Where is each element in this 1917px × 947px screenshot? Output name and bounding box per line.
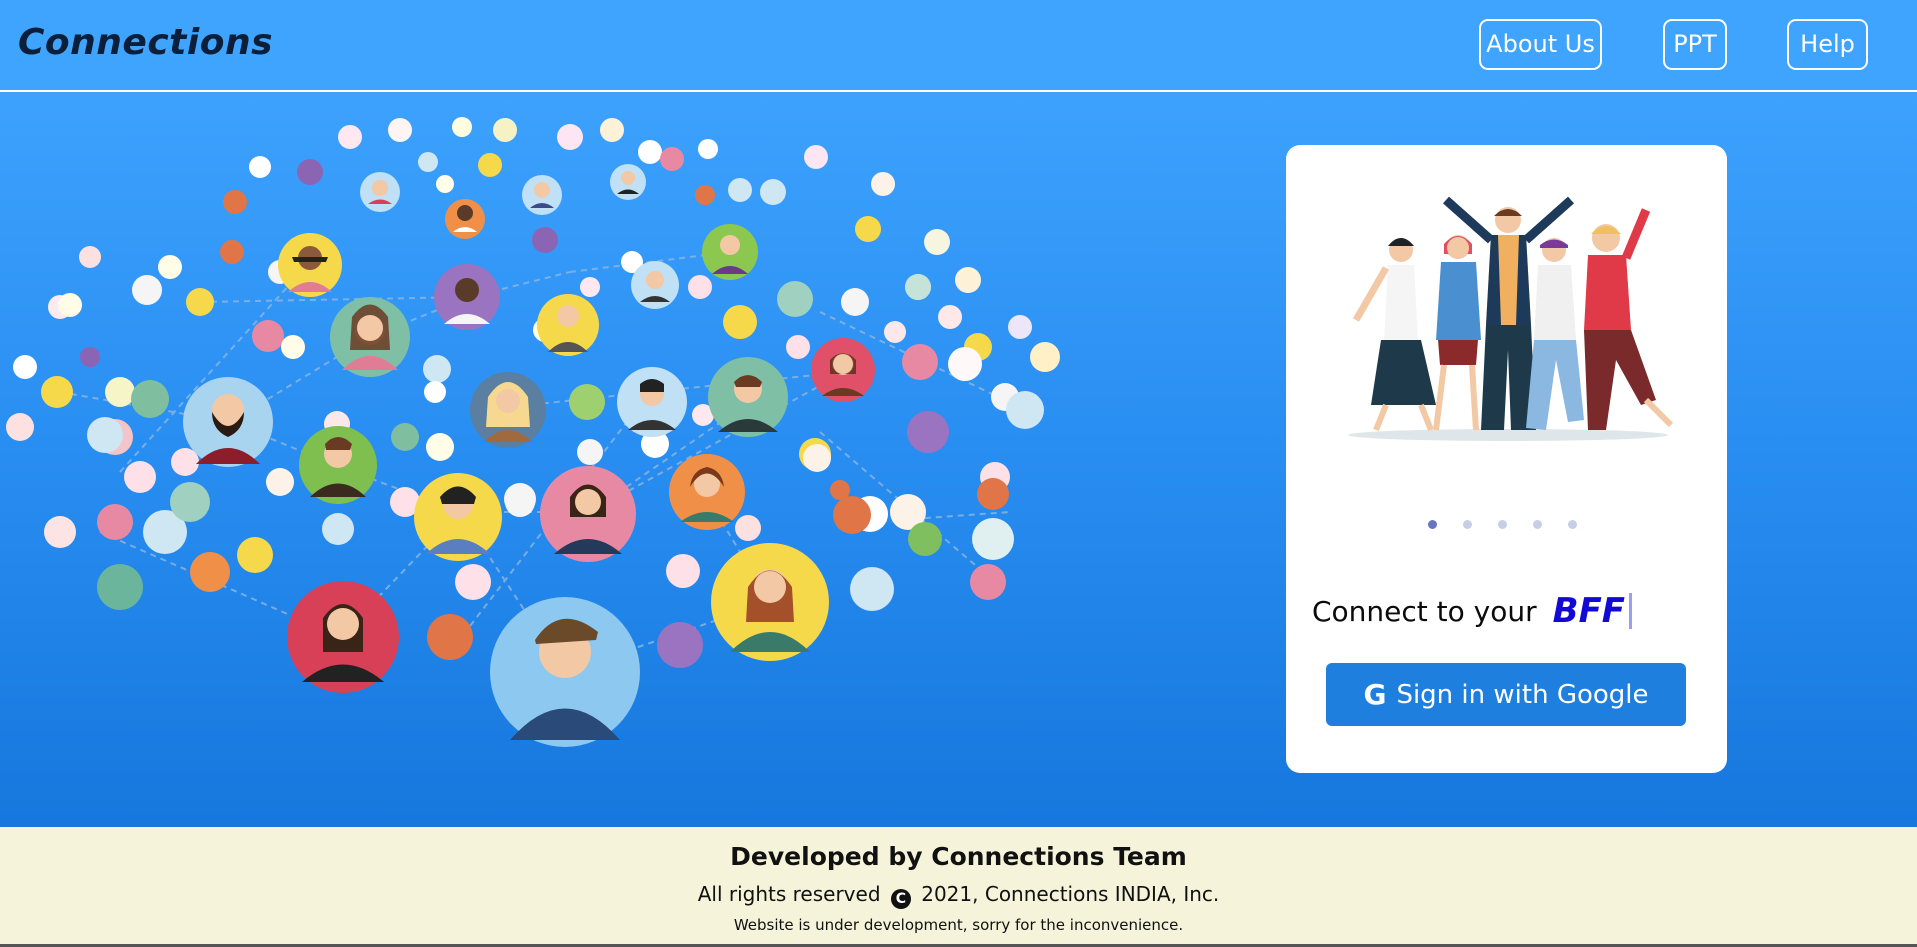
google-signin-button[interactable]: G Sign in with Google [1326, 663, 1686, 726]
ppt-button[interactable]: PPT [1663, 19, 1727, 70]
signin-card: Connect to your BFF G Sign in with Googl… [1286, 145, 1727, 773]
carousel-dot[interactable] [1498, 520, 1507, 529]
carousel-dot[interactable] [1533, 520, 1542, 529]
footer: Developed by Connections Team All rights… [0, 827, 1917, 947]
tagline-text: Connect to your [1312, 594, 1537, 628]
typing-cursor [1629, 593, 1633, 629]
tagline: Connect to your BFF [1312, 586, 1633, 636]
carousel-dot[interactable] [1463, 520, 1472, 529]
footer-rights: All rights reserved C 2021, Connections … [0, 882, 1917, 909]
copyright-icon: C [890, 889, 911, 909]
carousel-dot[interactable] [1568, 520, 1577, 529]
rights-prefix: All rights reserved [697, 882, 881, 906]
navbar: Connections About Us PPT Help [0, 0, 1917, 92]
help-button[interactable]: Help [1787, 19, 1868, 70]
rights-suffix: 2021, Connections INDIA, Inc. [921, 882, 1220, 906]
about-us-button[interactable]: About Us [1479, 19, 1602, 70]
footer-heading: Developed by Connections Team [730, 842, 1187, 871]
people-network-illustration [6, 117, 1060, 747]
google-signin-label: Sign in with Google [1396, 679, 1649, 710]
friends-group-illustration [1348, 196, 1674, 441]
google-g-icon: G [1363, 678, 1387, 711]
typed-word: BFF [1552, 591, 1626, 631]
brand-logo-text[interactable]: Connections [18, 22, 273, 63]
footer-notice: Website is under development, sorry for … [733, 916, 1184, 934]
hero-section: Connect to your BFF G Sign in with Googl… [0, 92, 1917, 827]
carousel-dot[interactable] [1428, 520, 1437, 529]
